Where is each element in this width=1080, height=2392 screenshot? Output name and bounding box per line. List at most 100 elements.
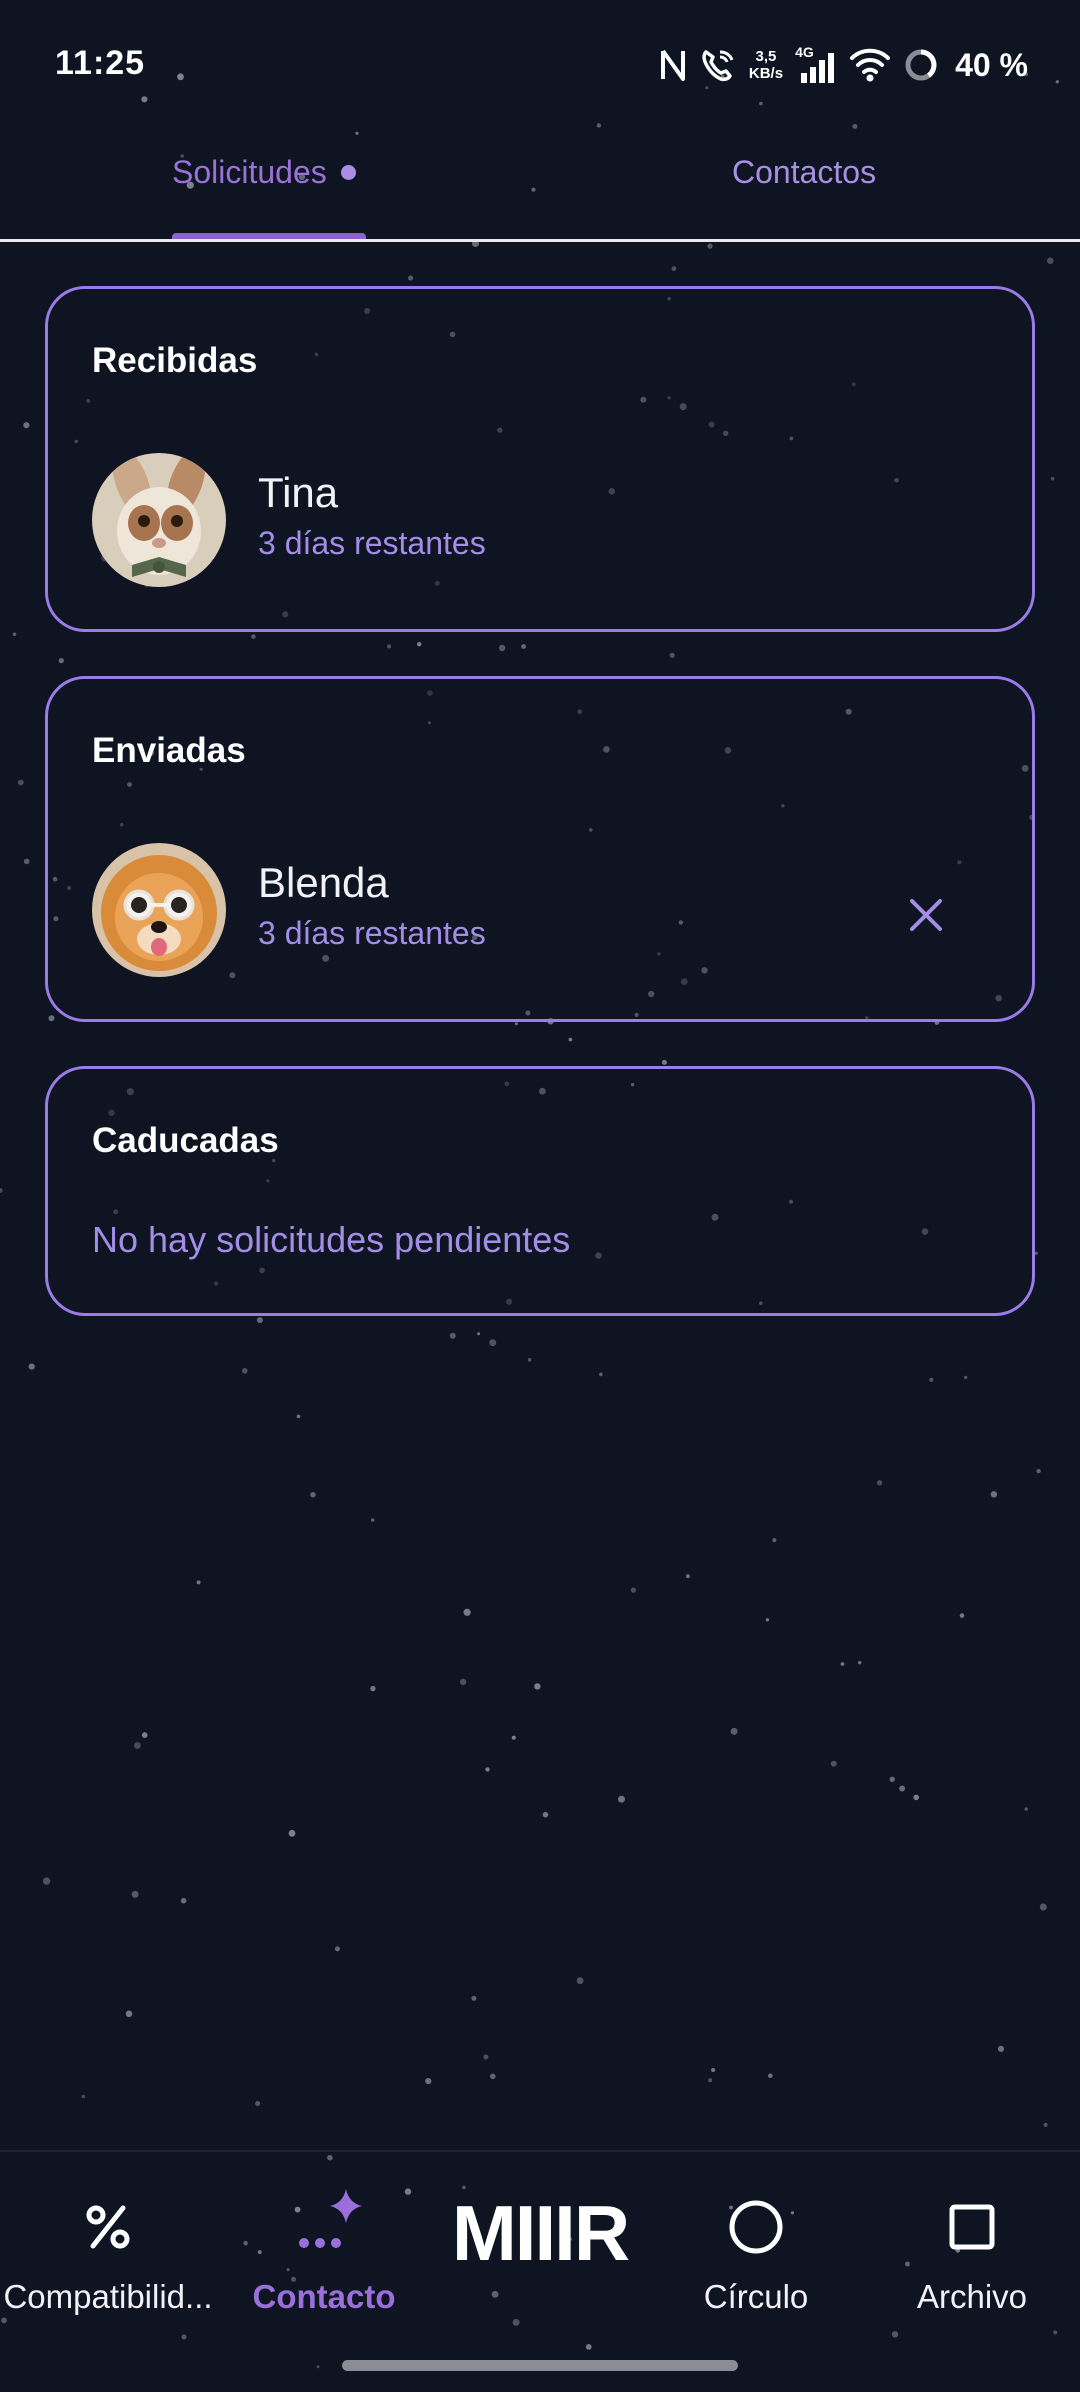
- tab-contactos-label: Contactos: [732, 154, 877, 190]
- star: [449, 1332, 456, 1339]
- sent-requests-card: Enviadas Blenda 3 días restantes: [45, 676, 1035, 1022]
- star: [599, 1372, 603, 1377]
- star: [959, 1613, 965, 1618]
- star: [511, 1735, 516, 1740]
- time-remaining: 3 días restantes: [258, 915, 486, 951]
- star: [711, 2068, 716, 2072]
- nav-contacto[interactable]: Contacto: [216, 2152, 432, 2315]
- star: [964, 1375, 968, 1380]
- star: [913, 1794, 919, 1801]
- star: [669, 652, 675, 658]
- star: [180, 1897, 187, 1904]
- star: [1050, 476, 1055, 481]
- star: [28, 1363, 35, 1370]
- rabbit-avatar: [92, 453, 226, 587]
- star: [618, 1795, 625, 1803]
- tab-bar: Solicitudes Contactos: [0, 140, 1080, 242]
- star: [251, 634, 256, 639]
- contact-name: Tina: [258, 469, 339, 516]
- star: [521, 644, 526, 649]
- star: [1034, 1251, 1038, 1255]
- sent-title: Enviadas: [92, 731, 246, 770]
- star: [534, 1683, 541, 1690]
- nav-circulo[interactable]: Círculo: [648, 2152, 864, 2315]
- tab-solicitudes-label: Solicitudes: [172, 154, 327, 190]
- star: [471, 1995, 477, 2001]
- star: [255, 2101, 261, 2106]
- app-screen: 11:25 3,5 KB/s 4G 40 % Solicitudes Conta…: [0, 0, 1080, 2392]
- star: [58, 658, 64, 664]
- status-bar: 11:25 3,5 KB/s 4G 40 %: [0, 0, 1080, 130]
- star: [542, 1811, 549, 1818]
- star: [370, 1685, 376, 1692]
- star: [463, 1608, 471, 1616]
- star: [765, 1618, 770, 1622]
- star: [686, 1574, 690, 1579]
- star: [498, 644, 506, 652]
- star: [661, 1059, 667, 1065]
- star: [840, 1662, 845, 1666]
- star: [371, 1518, 375, 1522]
- star: [334, 1946, 340, 1952]
- wifi-icon: [849, 47, 891, 83]
- star: [997, 2045, 1005, 2052]
- circle-icon: [648, 2192, 864, 2262]
- cancel-request-button[interactable]: [896, 885, 956, 945]
- pomeranian-avatar: [92, 843, 226, 977]
- star: [514, 1022, 518, 1026]
- net-speed-unit: KB/s: [748, 65, 784, 82]
- star: [355, 131, 359, 135]
- star: [459, 1678, 467, 1686]
- star: [408, 275, 414, 281]
- star: [671, 266, 677, 271]
- status-icons: 3,5 KB/s 4G 40 %: [659, 40, 1028, 90]
- star: [12, 632, 17, 637]
- nav-label: Compatibilid...: [3, 2278, 213, 2315]
- star: [196, 1580, 201, 1585]
- star: [929, 1377, 934, 1382]
- star: [48, 1015, 55, 1022]
- star: [876, 1480, 883, 1486]
- star: [527, 1358, 532, 1362]
- star: [425, 2078, 432, 2085]
- home-indicator[interactable]: [342, 2360, 738, 2371]
- tab-solicitudes[interactable]: Solicitudes: [172, 154, 356, 191]
- star: [489, 1339, 497, 1347]
- star: [630, 1587, 637, 1593]
- star: [477, 1332, 481, 1336]
- request-item[interactable]: Blenda 3 días restantes: [48, 839, 1038, 989]
- miiir-logo[interactable]: MIIIR: [450, 2188, 630, 2279]
- star: [990, 1491, 998, 1498]
- star: [772, 1538, 777, 1543]
- close-icon: [910, 899, 942, 931]
- status-time: 11:25: [55, 44, 146, 82]
- star: [1039, 1903, 1047, 1911]
- star: [490, 2073, 496, 2080]
- nav-label: Contacto: [252, 2278, 396, 2315]
- star: [485, 1767, 490, 1772]
- wifi-calling-icon: [699, 46, 737, 84]
- star: [830, 1760, 837, 1767]
- star: [768, 2073, 773, 2079]
- received-requests-card: Recibidas Tina 3 días restantes: [45, 286, 1035, 632]
- star: [125, 2010, 133, 2018]
- star: [1043, 2122, 1048, 2127]
- empty-state-text: No hay solicitudes pendientes: [92, 1219, 571, 1260]
- bottom-navigation: Compatibilid... Contacto MIIIR Círculo A…: [0, 2150, 1080, 2392]
- percent-icon: [0, 2192, 216, 2262]
- star: [708, 2078, 713, 2083]
- star: [296, 1414, 301, 1419]
- request-item[interactable]: Tina 3 días restantes: [48, 449, 1038, 599]
- star: [288, 1829, 296, 1837]
- star: [417, 642, 422, 647]
- tab-contactos[interactable]: Contactos: [732, 154, 876, 191]
- nav-label: Archivo: [916, 2278, 1028, 2315]
- net-speed: 3,5 KB/s: [749, 48, 783, 82]
- nav-archivo[interactable]: Archivo: [864, 2152, 1080, 2315]
- dots-sparkle-icon: [216, 2189, 432, 2262]
- star: [131, 1890, 139, 1898]
- square-icon: [864, 2192, 1080, 2262]
- star: [242, 1368, 248, 1374]
- nav-compatibilidad[interactable]: Compatibilid...: [0, 2152, 216, 2315]
- star: [0, 1188, 3, 1193]
